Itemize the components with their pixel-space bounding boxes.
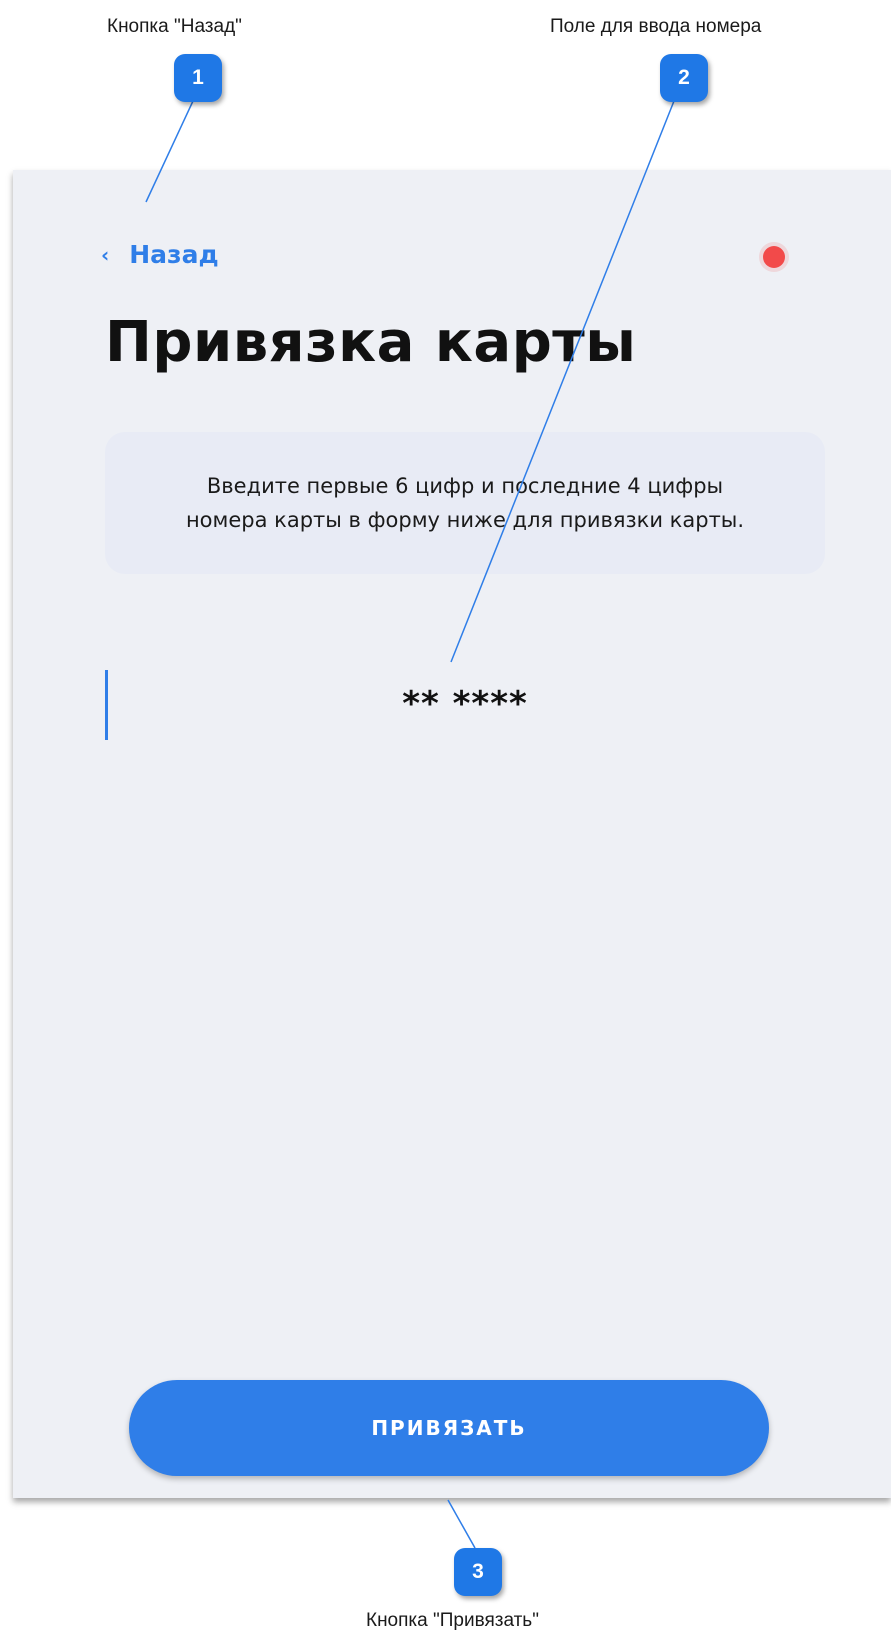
bind-card-button[interactable]: ПРИВЯЗАТЬ xyxy=(129,1380,769,1476)
callout-badge-3: 3 xyxy=(454,1548,502,1596)
bind-card-screen: ‹ Назад Привязка карты Введите первые 6 … xyxy=(13,170,891,1498)
page-title: Привязка карты xyxy=(105,310,637,375)
callout-badge-1: 1 xyxy=(174,54,222,102)
callout-label-input: Поле для ввода номера xyxy=(550,16,762,37)
callout-label-back: Кнопка "Назад" xyxy=(107,16,242,37)
callout-label-submit: Кнопка "Привязать" xyxy=(366,1610,539,1631)
callout-badge-2: 2 xyxy=(660,54,708,102)
card-number-input[interactable]: ** **** xyxy=(105,670,825,740)
back-button[interactable]: ‹ Назад xyxy=(101,240,219,269)
leader-line-3 xyxy=(447,1499,476,1549)
chevron-left-icon: ‹ xyxy=(101,242,110,267)
status-indicator-dot xyxy=(763,246,785,268)
card-number-mask: ** **** xyxy=(402,684,528,724)
info-card: Введите первые 6 цифр и последние 4 цифр… xyxy=(105,432,825,574)
back-button-label: Назад xyxy=(129,240,219,269)
info-text: Введите первые 6 цифр и последние 4 цифр… xyxy=(185,474,745,532)
manual-page: Кнопка "Назад" Поле для ввода номера Кно… xyxy=(0,0,891,1642)
bind-card-button-label: ПРИВЯЗАТЬ xyxy=(371,1416,527,1440)
